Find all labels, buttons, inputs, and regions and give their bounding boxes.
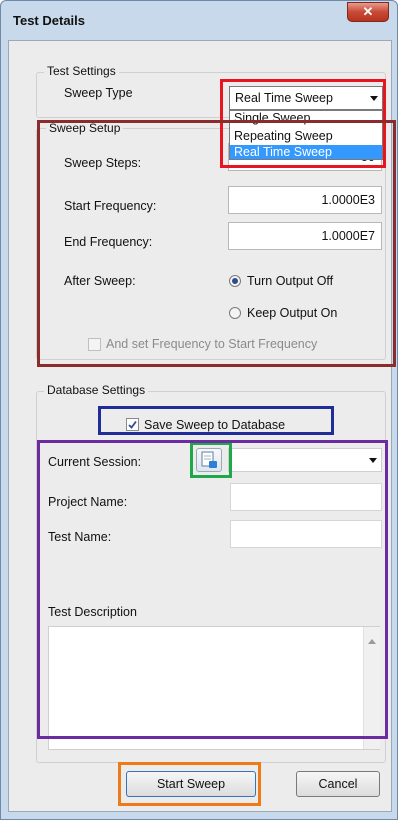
window-title: Test Details	[13, 13, 86, 28]
highlight-database-fields	[37, 440, 388, 739]
close-button[interactable]: ✕	[347, 2, 389, 22]
database-settings-legend: Database Settings	[44, 383, 149, 397]
highlight-sweep-setup	[37, 120, 396, 367]
sweep-type-label: Sweep Type	[64, 86, 133, 100]
title-bar: Test Details ✕	[1, 1, 399, 41]
highlight-save-to-database	[98, 406, 334, 435]
close-icon: ✕	[362, 4, 374, 19]
test-settings-legend: Test Settings	[44, 64, 119, 78]
cancel-button[interactable]: Cancel	[296, 771, 380, 797]
highlight-start-sweep	[118, 762, 261, 806]
